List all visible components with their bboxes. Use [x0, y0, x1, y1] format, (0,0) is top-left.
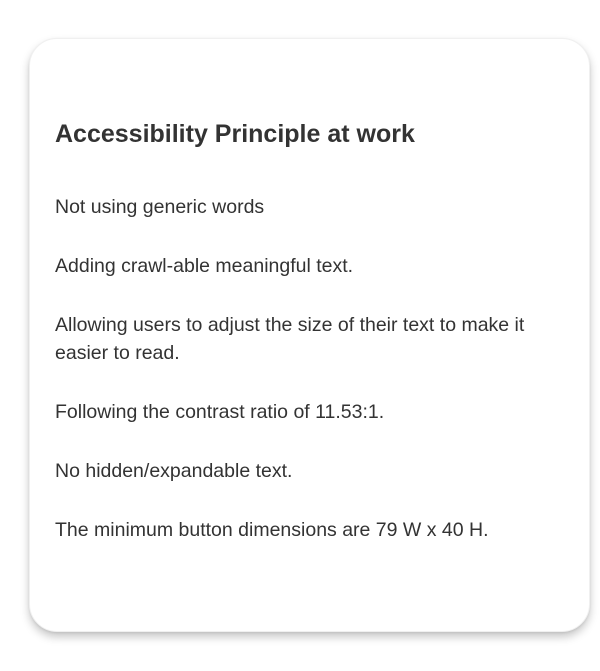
- principle-list: Not using generic words Adding crawl-abl…: [55, 193, 575, 575]
- principle-item-generic-words: Not using generic words: [55, 196, 265, 218]
- principle-item-adjustable-text-size: Allowing users to adjust the size of the…: [55, 314, 525, 364]
- card-title: Accessibility Principle at work: [55, 120, 415, 148]
- principle-item-contrast-ratio: Following the contrast ratio of 11.53:1.: [55, 401, 385, 423]
- principle-item-button-dimensions: The minimum button dimensions are 79 W x…: [55, 519, 489, 541]
- accessibility-card: Accessibility Principle at work Not usin…: [29, 38, 590, 632]
- principle-item-no-hidden-text: No hidden/expandable text.: [55, 460, 293, 482]
- principle-item-crawlable-text: Adding crawl-able meaningful text.: [55, 255, 354, 277]
